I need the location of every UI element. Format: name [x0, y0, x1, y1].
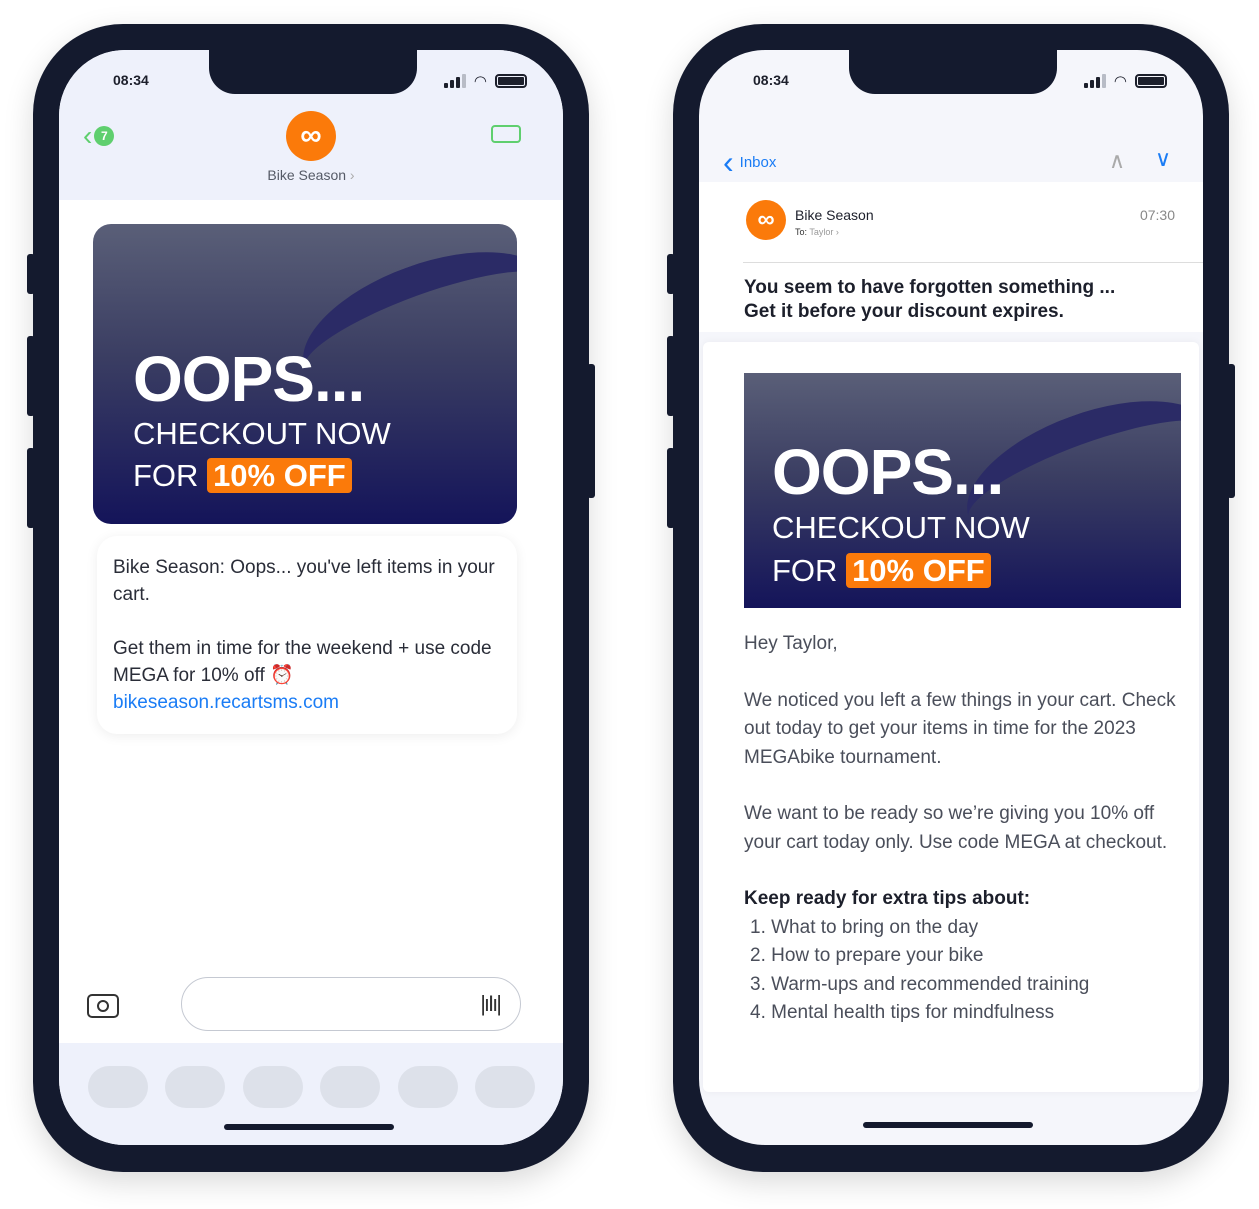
status-time: 08:34 [113, 72, 149, 88]
email-header: ∞ Bike Season To: Taylor › 07:30 You see… [699, 182, 1203, 332]
status-time: 08:34 [753, 72, 789, 88]
list-item: 2. How to prepare your bike [750, 945, 984, 966]
infinity-icon: ∞ [300, 119, 322, 152]
app-drawer-item[interactable] [475, 1066, 535, 1108]
received-time: 07:30 [1139, 207, 1175, 223]
chevron-left-icon: ‹ [83, 120, 93, 151]
video-call-icon[interactable] [491, 125, 521, 143]
subject-line: Get it before your discount expires. [744, 301, 1064, 322]
to-label: To: [795, 227, 808, 237]
next-email-icon[interactable]: ∨ [1155, 146, 1171, 172]
tips-heading: Keep ready for extra tips about: [744, 888, 1031, 909]
chevron-right-icon: › [349, 167, 355, 183]
camera-icon[interactable] [87, 994, 119, 1018]
promo-banner: OOPS... CHECKOUT NOW FOR 10% OFF [744, 373, 1181, 608]
status-icons: ◠ [443, 72, 527, 90]
recipient-button[interactable]: To: Taylor › [795, 227, 839, 237]
banner-line1: CHECKOUT NOW [133, 416, 391, 451]
message-bubble: Bike Season: Oops... you've left items i… [97, 536, 517, 734]
wifi-icon: ◠ [473, 73, 487, 90]
sender-name: Bike Season [795, 207, 874, 223]
app-drawer-item[interactable] [398, 1066, 458, 1108]
app-drawer-item[interactable] [88, 1066, 148, 1108]
back-button[interactable]: ‹ 7 [83, 120, 115, 151]
email-subject: You seem to have forgotten something ...… [744, 276, 1115, 324]
banner-line1: CHECKOUT NOW [772, 510, 1030, 545]
divider [743, 262, 1203, 263]
body-paragraph: We want to be ready so we’re giving you … [744, 803, 1168, 853]
tips-list: 1. What to bring on the day 2. How to pr… [744, 914, 1184, 1028]
infinity-icon: ∞ [757, 206, 775, 233]
back-label: Inbox [739, 153, 777, 171]
recipient-name: Taylor [809, 227, 834, 237]
list-item: 4. Mental health tips for mindfulness [750, 1002, 1055, 1023]
app-drawer-item[interactable] [320, 1066, 380, 1108]
discount-badge: 10% OFF [846, 553, 991, 588]
audio-waveform-icon[interactable]: |ıIı| [480, 991, 502, 1017]
wifi-icon: ◠ [1113, 73, 1127, 90]
battery-icon [495, 74, 527, 88]
promo-banner: OOPS... CHECKOUT NOW FOR 10% OFF [93, 224, 517, 524]
status-icons: ◠ [1083, 72, 1167, 90]
banner-headline: OOPS... [772, 436, 1004, 508]
signal-icon [1083, 74, 1106, 88]
email-phone: 08:34 ◠ ‹ Inbox ∧ ∨ ∞ Bike Season To: Ta… [667, 24, 1235, 1172]
unread-badge: 7 [94, 126, 115, 146]
app-drawer-item[interactable] [165, 1066, 225, 1108]
previous-email-icon[interactable]: ∧ [1109, 148, 1125, 174]
body-paragraph: We noticed you left a few things in your… [744, 689, 1176, 768]
home-indicator[interactable] [863, 1122, 1033, 1128]
battery-icon [1135, 74, 1167, 88]
message-link[interactable]: bikeseason.recartsms.com [113, 692, 339, 713]
message-text: Get them in time for the weekend + use c… [113, 638, 492, 686]
contact-name: Bike Season [267, 167, 347, 183]
sms-phone: 08:34 ◠ ‹ 7 ∞ Bike Season › OOPS... CHEC… [27, 24, 595, 1172]
signal-icon [443, 74, 466, 88]
brand-logo[interactable]: ∞ [286, 111, 336, 161]
home-indicator[interactable] [224, 1124, 394, 1130]
contact-name-button[interactable]: Bike Season › [59, 167, 563, 183]
email-body: OOPS... CHECKOUT NOW FOR 10% OFF Hey Tay… [703, 342, 1199, 1092]
notch [209, 50, 417, 94]
chevron-left-icon: ‹ [723, 144, 734, 180]
banner-prefix: FOR [133, 458, 199, 493]
list-item: 3. Warm-ups and recommended training [750, 973, 1090, 995]
subject-line: You seem to have forgotten something ... [744, 277, 1116, 298]
email-screen: 08:34 ◠ ‹ Inbox ∧ ∨ ∞ Bike Season To: Ta… [699, 50, 1203, 1145]
greeting: Hey Taylor, [744, 633, 838, 654]
list-item: 1. What to bring on the day [750, 916, 979, 938]
sms-screen: 08:34 ◠ ‹ 7 ∞ Bike Season › OOPS... CHEC… [59, 50, 563, 1145]
message-input[interactable]: |ıIı| [181, 977, 521, 1031]
notch [849, 50, 1057, 94]
banner-headline: OOPS... [133, 343, 365, 415]
discount-badge: 10% OFF [207, 458, 352, 493]
banner-prefix: FOR [772, 553, 838, 588]
back-to-inbox-button[interactable]: ‹ Inbox [723, 146, 776, 178]
message-text: Bike Season: Oops... you've left items i… [113, 557, 495, 605]
sender-avatar: ∞ [746, 200, 786, 240]
app-drawer-item[interactable] [243, 1066, 303, 1108]
